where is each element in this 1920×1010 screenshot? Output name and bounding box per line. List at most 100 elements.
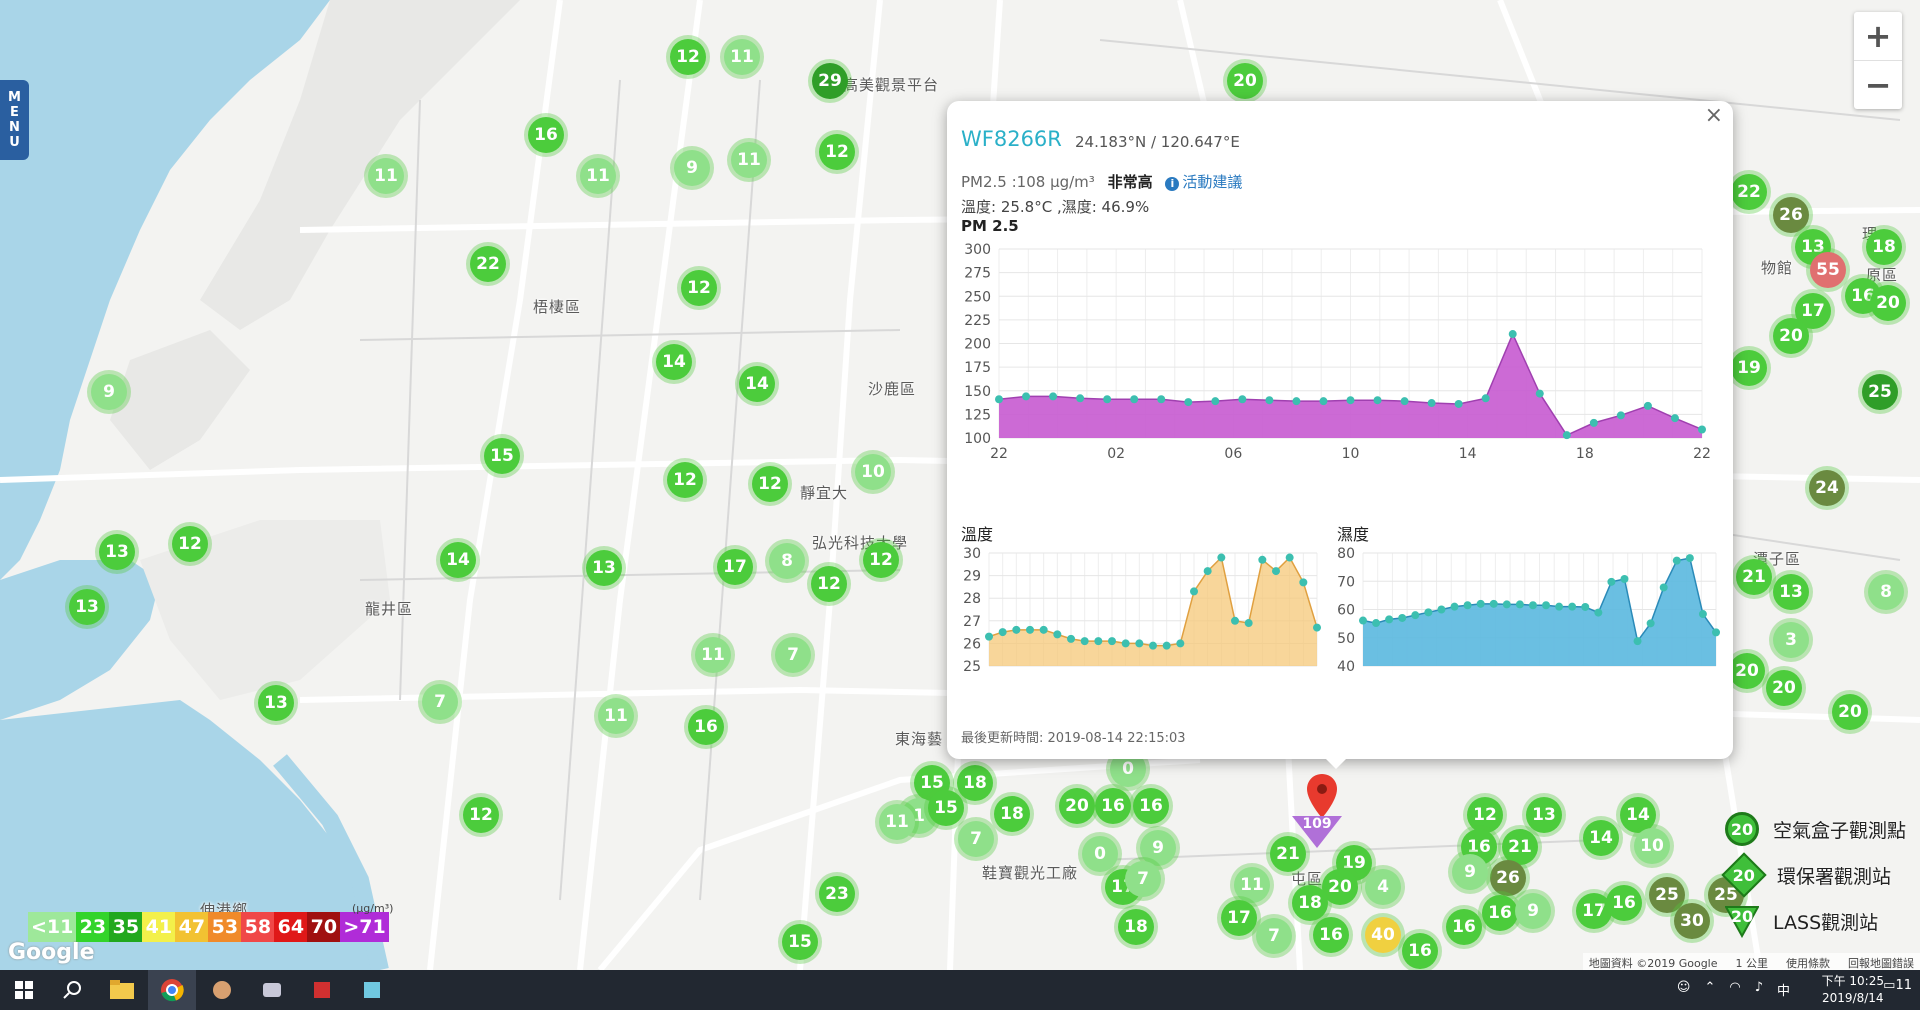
data-point[interactable] <box>1568 602 1577 611</box>
station-marker[interactable]: 12 <box>667 462 703 498</box>
data-point[interactable] <box>1437 605 1446 614</box>
station-marker[interactable]: 15 <box>782 924 818 960</box>
map-data-credit[interactable]: 地圖資料 ©2019 Google <box>1589 955 1718 971</box>
station-marker[interactable]: 55 <box>1810 252 1846 288</box>
terms-link[interactable]: 使用條款 <box>1786 955 1830 971</box>
data-point[interactable] <box>1481 394 1490 403</box>
app-icon-3[interactable] <box>298 970 346 1010</box>
station-marker[interactable]: 15 <box>484 438 520 474</box>
legend-epa[interactable]: 20 環保署觀測站 <box>1721 852 1906 898</box>
data-point[interactable] <box>1476 599 1485 608</box>
data-point[interactable] <box>1211 397 1220 406</box>
station-marker[interactable]: 0 <box>1082 836 1118 872</box>
data-point[interactable] <box>1272 567 1280 576</box>
app-icon-2[interactable] <box>248 970 296 1010</box>
data-point[interactable] <box>1103 395 1112 404</box>
ime-indicator[interactable]: 中 <box>1777 980 1790 999</box>
station-marker[interactable]: 16 <box>1095 788 1131 824</box>
data-point[interactable] <box>1149 641 1157 650</box>
data-point[interactable] <box>1039 625 1048 634</box>
data-point[interactable] <box>1176 639 1185 648</box>
data-point[interactable] <box>1698 425 1706 434</box>
data-point[interactable] <box>1231 616 1239 625</box>
data-point[interactable] <box>1238 395 1247 404</box>
data-point[interactable] <box>1190 587 1198 596</box>
station-marker[interactable]: 20 <box>1729 653 1765 689</box>
data-point[interactable] <box>1372 619 1381 628</box>
data-point[interactable] <box>1053 630 1062 639</box>
station-marker[interactable]: 14 <box>440 542 476 578</box>
station-marker[interactable]: 13 <box>586 550 622 586</box>
data-point[interactable] <box>1643 401 1652 410</box>
data-point[interactable] <box>1562 431 1571 440</box>
station-marker[interactable]: 20 <box>1227 63 1263 99</box>
station-marker[interactable]: 8 <box>1868 574 1904 610</box>
station-marker[interactable]: 9 <box>1515 893 1551 929</box>
data-point[interactable] <box>1130 395 1139 404</box>
report-error-link[interactable]: 回報地圖錯誤 <box>1848 955 1914 971</box>
station-marker[interactable]: 11 <box>731 142 767 178</box>
station-marker[interactable]: 20 <box>1870 285 1906 321</box>
station-marker[interactable]: 12 <box>1467 797 1503 833</box>
chrome-icon[interactable] <box>148 970 196 1010</box>
station-marker[interactable]: 16 <box>528 117 564 153</box>
station-marker[interactable]: 23 <box>819 876 855 912</box>
station-marker[interactable]: 40 <box>1365 917 1401 953</box>
volume-icon[interactable]: ♪ <box>1755 980 1763 999</box>
station-marker[interactable]: 18 <box>1292 885 1328 921</box>
data-point[interactable] <box>1400 397 1409 406</box>
data-point[interactable] <box>1346 396 1355 405</box>
station-marker[interactable]: 12 <box>172 526 208 562</box>
data-point[interactable] <box>1022 392 1031 401</box>
data-point[interactable] <box>1502 600 1511 609</box>
data-point[interactable] <box>1398 613 1407 622</box>
station-marker[interactable]: 18 <box>957 765 993 801</box>
data-point[interactable] <box>1463 601 1472 610</box>
map-scale-label[interactable]: 1 公里 <box>1736 955 1769 971</box>
zoom-out-button[interactable]: − <box>1854 61 1902 109</box>
data-point[interactable] <box>1685 554 1694 563</box>
data-point[interactable] <box>1373 396 1382 405</box>
menu-tab[interactable]: MENU <box>0 80 29 160</box>
data-point[interactable] <box>1698 610 1707 619</box>
station-marker[interactable]: 12 <box>863 542 899 578</box>
data-point[interactable] <box>1411 611 1420 620</box>
station-marker[interactable]: 17 <box>717 549 753 585</box>
station-marker[interactable]: 13 <box>258 685 294 721</box>
data-point[interactable] <box>1508 330 1517 339</box>
data-point[interactable] <box>1659 583 1668 592</box>
station-marker[interactable]: 21 <box>1736 559 1772 595</box>
station-marker[interactable]: 11 <box>695 637 731 673</box>
data-point[interactable] <box>1489 599 1498 608</box>
station-marker[interactable]: 25 <box>1862 374 1898 410</box>
data-point[interactable] <box>1616 411 1625 420</box>
data-point[interactable] <box>1026 625 1034 634</box>
data-point[interactable] <box>998 628 1007 637</box>
data-point[interactable] <box>1217 553 1226 562</box>
data-point[interactable] <box>1528 601 1537 610</box>
data-point[interactable] <box>1292 397 1301 406</box>
data-point[interactable] <box>1313 623 1321 632</box>
data-point[interactable] <box>1094 637 1103 646</box>
station-marker[interactable]: 16 <box>1482 895 1518 931</box>
station-marker[interactable]: 20 <box>1773 318 1809 354</box>
clock[interactable]: 下午 10:25 2019/8/14 <box>1822 973 1884 1007</box>
people-icon[interactable]: ☺ <box>1677 980 1691 999</box>
station-marker[interactable]: 11 <box>368 158 404 194</box>
station-marker[interactable]: 12 <box>670 39 706 75</box>
station-marker[interactable]: 13 <box>1773 574 1809 610</box>
station-marker[interactable]: 9 <box>91 374 127 410</box>
station-marker[interactable]: 16 <box>1446 909 1482 945</box>
data-point[interactable] <box>1359 616 1367 625</box>
station-marker[interactable]: 26 <box>1773 197 1809 233</box>
station-marker[interactable]: 26 <box>1490 860 1526 896</box>
data-point[interactable] <box>1542 601 1551 610</box>
station-marker[interactable]: 15 <box>928 790 964 826</box>
station-marker[interactable]: 17 <box>1221 900 1257 936</box>
start-icon[interactable] <box>0 970 48 1010</box>
station-marker[interactable]: 30 <box>1674 903 1710 939</box>
station-marker[interactable]: 3 <box>1773 622 1809 658</box>
search-icon[interactable] <box>48 970 96 1010</box>
data-point[interactable] <box>1135 639 1144 648</box>
data-point[interactable] <box>1633 637 1642 646</box>
